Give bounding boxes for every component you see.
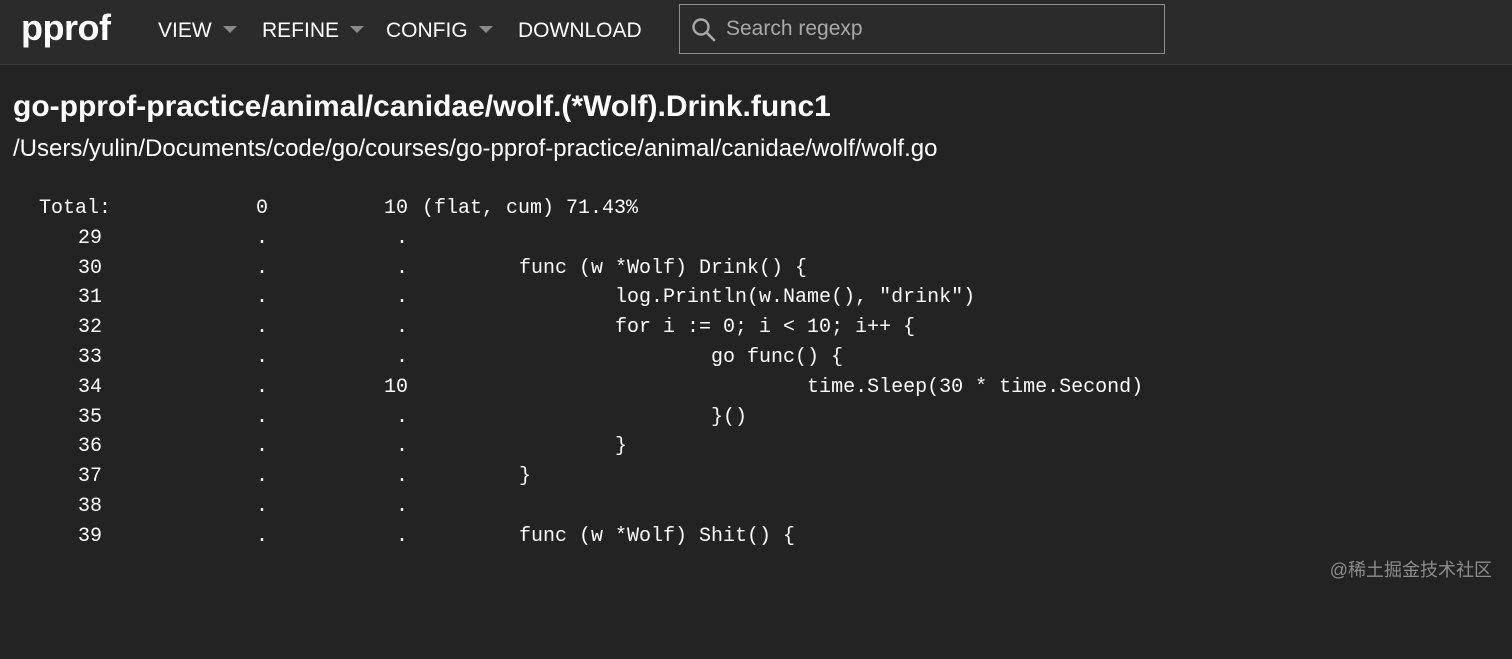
- source-code: go func() {: [447, 346, 843, 369]
- line-number: 31: [0, 286, 102, 309]
- source-row: 37 . . }: [0, 461, 1512, 491]
- source-code: }: [447, 465, 531, 488]
- cum-value: .: [340, 435, 408, 458]
- watermark: @稀土掘金技术社区: [1330, 556, 1492, 582]
- download-menu[interactable]: DOWNLOAD: [518, 17, 642, 45]
- source-code: }(): [447, 406, 747, 429]
- source-row: 38 . .: [0, 491, 1512, 521]
- cum-value: .: [340, 525, 408, 548]
- cum-value: .: [340, 316, 408, 339]
- chevron-down-icon: [223, 26, 237, 33]
- chevron-down-icon: [350, 26, 364, 33]
- source-row: 36 . . }: [0, 431, 1512, 461]
- view-menu[interactable]: VIEW: [158, 17, 237, 45]
- line-number: 37: [0, 465, 102, 488]
- source-row: 30 . . func (w *Wolf) Drink() {: [0, 253, 1512, 283]
- search-box[interactable]: [679, 4, 1165, 54]
- line-number: 38: [0, 495, 102, 518]
- total-label: Total:: [39, 197, 111, 220]
- source-file-path: /Users/yulin/Documents/code/go/courses/g…: [13, 135, 937, 163]
- cum-value: .: [340, 346, 408, 369]
- total-row: Total: 0 10 (flat, cum) 71.43%: [0, 193, 1512, 223]
- download-menu-label: DOWNLOAD: [518, 19, 642, 42]
- source-row: 33 . . go func() {: [0, 342, 1512, 372]
- cum-value: 10: [340, 376, 408, 399]
- flat-value: .: [200, 406, 268, 429]
- source-code: for i := 0; i < 10; i++ {: [447, 316, 915, 339]
- total-flat: 0: [200, 197, 268, 220]
- cum-value: .: [340, 495, 408, 518]
- source-row: 32 . . for i := 0; i < 10; i++ {: [0, 312, 1512, 342]
- cum-value: .: [340, 286, 408, 309]
- source-code: log.Println(w.Name(), "drink"): [447, 286, 975, 309]
- config-menu-label: CONFIG: [386, 19, 468, 42]
- line-number: 32: [0, 316, 102, 339]
- line-number: 29: [0, 227, 102, 250]
- source-row: 29 . .: [0, 223, 1512, 253]
- source-code: }: [447, 435, 627, 458]
- flat-value: .: [200, 465, 268, 488]
- flat-value: .: [200, 495, 268, 518]
- total-summary: (flat, cum) 71.43%: [422, 197, 638, 220]
- line-number: 35: [0, 406, 102, 429]
- flat-value: .: [200, 435, 268, 458]
- line-number: 36: [0, 435, 102, 458]
- top-toolbar: pprof VIEW REFINE CONFIG DOWNLOAD: [0, 0, 1512, 65]
- source-row: 31 . . log.Println(w.Name(), "drink"): [0, 282, 1512, 312]
- source-listing: Total: 0 10 (flat, cum) 71.43% 29 . . 30…: [0, 193, 1512, 551]
- cum-value: .: [340, 257, 408, 280]
- line-number: 34: [0, 376, 102, 399]
- flat-value: .: [200, 525, 268, 548]
- source-row: 35 . . }(): [0, 402, 1512, 432]
- total-cum: 10: [340, 197, 408, 220]
- flat-value: .: [200, 376, 268, 399]
- pprof-logo[interactable]: pprof: [21, 7, 110, 49]
- flat-value: .: [200, 316, 268, 339]
- flat-value: .: [200, 227, 268, 250]
- cum-value: .: [340, 406, 408, 429]
- flat-value: .: [200, 257, 268, 280]
- source-code: time.Sleep(30 * time.Second): [447, 376, 1143, 399]
- source-code: func (w *Wolf) Drink() {: [447, 257, 807, 280]
- flat-value: .: [200, 286, 268, 309]
- config-menu[interactable]: CONFIG: [386, 17, 493, 45]
- search-icon: [691, 17, 717, 43]
- source-row: 34 . 10 time.Sleep(30 * time.Second): [0, 372, 1512, 402]
- chevron-down-icon: [479, 26, 493, 33]
- cum-value: .: [340, 465, 408, 488]
- line-number: 39: [0, 525, 102, 548]
- cum-value: .: [340, 227, 408, 250]
- view-menu-label: VIEW: [158, 19, 212, 42]
- search-input[interactable]: [726, 5, 1156, 52]
- source-code: func (w *Wolf) Shit() {: [447, 525, 795, 548]
- line-number: 33: [0, 346, 102, 369]
- refine-menu-label: REFINE: [262, 19, 339, 42]
- refine-menu[interactable]: REFINE: [262, 17, 364, 45]
- flat-value: .: [200, 346, 268, 369]
- source-row: 39 . . func (w *Wolf) Shit() {: [0, 521, 1512, 551]
- line-number: 30: [0, 257, 102, 280]
- function-title: go-pprof-practice/animal/canidae/wolf.(*…: [13, 90, 831, 124]
